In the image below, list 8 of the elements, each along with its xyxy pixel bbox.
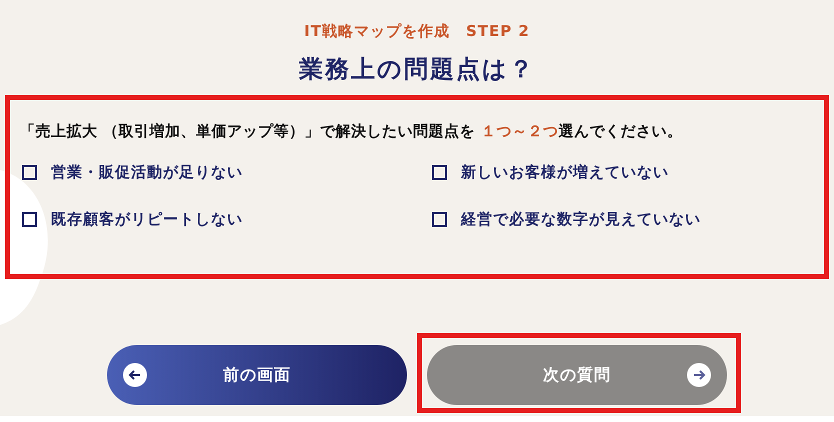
option-checkbox[interactable]: 営業・販促活動が足りない xyxy=(20,163,430,182)
option-checkbox[interactable]: 経営で必要な数字が見えていない xyxy=(430,210,810,229)
page-title: 業務上の問題点は？ xyxy=(299,54,535,85)
instruction-text: 「売上拡大 （取引増加、単価アップ等）」で解決したい問題点を １つ～２つ選んでください。 xyxy=(20,122,684,141)
back-button[interactable]: 前の画面 xyxy=(107,345,407,405)
step-subtitle: IT戦略マップを作成 STEP 2 xyxy=(304,22,530,41)
option-checkbox[interactable]: 新しいお客様が増えていない xyxy=(430,163,810,182)
option-checkbox[interactable]: 既存顧客がリピートしない xyxy=(20,210,430,229)
